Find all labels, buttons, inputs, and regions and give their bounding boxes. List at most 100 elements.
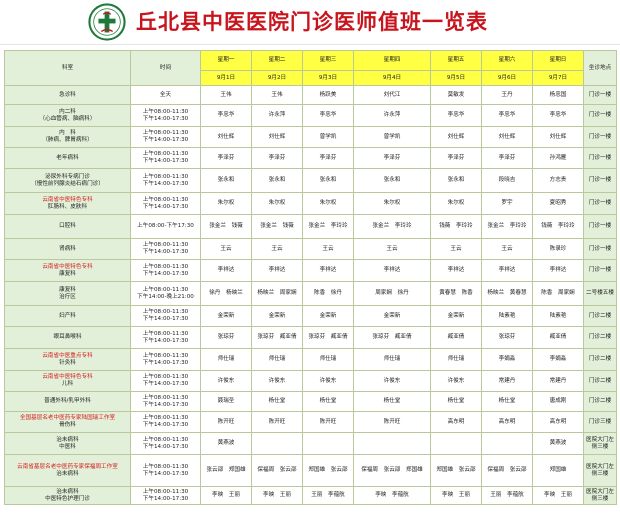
doctor-cell: 李祥达 (353, 259, 431, 282)
time-range: 上午08:00-11:30 (142, 108, 189, 115)
duty-schedule-table: 科室 时间 星期一 星期二 星期三 星期四 星期五 星期六 星期日 坐诊地点 9… (4, 50, 617, 505)
doctor-cell: 陆素艳 (532, 305, 584, 327)
doctor-cell: 周家娴 徐丹 (353, 281, 431, 306)
doctor-cell: 罗宇 (481, 192, 533, 215)
header-date: 9月1日 (200, 70, 252, 86)
doctor-cell: 刘仕辉 (532, 126, 584, 148)
doctor-cell: 李忠华 (430, 104, 482, 127)
department-name: 儿科 (61, 381, 74, 387)
doctor-cell: 郑国雄 张云邵 (302, 454, 354, 487)
doctor-cell: 许永萍 (353, 104, 431, 127)
doctor-cell: 朱尔权 (430, 192, 482, 215)
doctor-cell: 张金兰 钱薇 (200, 214, 252, 239)
doctor-cell: 金荣新 (353, 305, 431, 327)
department-name: 妇产科 (59, 312, 76, 319)
doctor-cell: 陈香 周家娴 (532, 281, 584, 306)
doctor-cell: 高东明 (532, 411, 584, 433)
department-cell: 口腔科 (4, 214, 131, 239)
doctor-cell: 郑国雄 (532, 454, 584, 487)
department-cell: 云南省基层名老中医药专家保福周工作室 治未病科 (4, 454, 131, 487)
doctor-cell: 黄燕波 (200, 432, 252, 455)
time-cell: 上午08:00-11:30 下午14:00-17:30 (130, 370, 201, 392)
time-cell: 上午08:00-11:30 下午14:00-17:30 (130, 305, 201, 327)
department-name: （肺病、脾胃病科） (42, 137, 93, 143)
doctor-cell: 张金兰 李玲玲 (302, 214, 354, 239)
doctor-cell (430, 432, 482, 455)
header-time: 时间 (130, 50, 201, 86)
time-range: 上午08:00-下午17:30 (137, 223, 194, 229)
doctor-cell: 杨跃美 (302, 85, 354, 105)
doctor-cell: 陈开旺 (302, 411, 354, 433)
department-name: 康复科 (59, 270, 76, 277)
doctor-cell: 张永和 (200, 168, 252, 193)
doctor-cell: 师仕瑞 (430, 348, 482, 371)
doctor-cell: 郑国雄 张云邵 (430, 454, 482, 487)
department-cell: 康复科 治疗区 (4, 281, 131, 306)
department-name: 云南省中医特色专科 (42, 196, 93, 203)
header-date: 9月7日 (532, 70, 584, 86)
doctor-cell: 许俊东 (353, 370, 431, 392)
header-dept: 科室 (4, 50, 131, 86)
department-name: 急诊科 (59, 91, 76, 98)
doctor-cell: 李映 王丽 (251, 486, 303, 505)
doctor-cell: 方志贵 (532, 168, 584, 193)
time-cell: 上午08:00-11:30 下午14:00-17:30 (130, 486, 201, 505)
doctor-cell: 朱尔权 (302, 192, 354, 215)
time-range: 上午08:00-11:30 (142, 286, 189, 293)
doctor-cell: 杨映兰 黄春慧 (481, 281, 533, 306)
location-cell: 门诊一楼 (583, 104, 617, 127)
schedule-row: 老年病科 上午08:00-11:30 下午14:00-17:30 李泽芬 李泽芬 李泽芬李… (4, 147, 617, 169)
time-cell: 上午08:00-11:30 下午14:00-17:30 (130, 104, 201, 127)
header-row-weekdays: 科室 时间 星期一 星期二 星期三 星期四 星期五 星期六 星期日 坐诊地点 (4, 50, 617, 86)
schedule-row: 全国基层名老中医药专家陆国瑞工作室 骨伤科 上午08:00-11:30 下午14:00… (4, 411, 617, 433)
doctor-cell: 陈开旺 (200, 411, 252, 433)
department-name: （心血管病、脑病科） (39, 115, 96, 122)
doctor-cell: 朱尔权 (251, 192, 303, 215)
doctor-cell: 高东明 (430, 411, 482, 433)
department-name: 云南省中医重点专科 (42, 352, 93, 359)
doctor-cell: 王云 (481, 238, 533, 260)
doctor-cell: 张琼芬 (481, 326, 533, 349)
doctor-cell: 杨仕堂 (430, 391, 482, 412)
location-cell: 医院大门左侧三楼 (583, 432, 617, 455)
doctor-cell: 王伟 (200, 85, 252, 105)
department-name: 普通外科/乳甲外科 (44, 398, 91, 404)
doctor-cell: 徐丹 杨映兰 (200, 281, 252, 306)
doctor-cell: 李娟淼 (532, 348, 584, 371)
doctor-cell: 黄春慧 陈香 (430, 281, 482, 306)
doctor-cell: 段晓吉 (481, 168, 533, 193)
doctor-cell: 许俊东 (430, 370, 482, 392)
department-name: 老年病科 (56, 154, 79, 161)
time-range: 上午08:00-11:30 (142, 394, 189, 401)
location-cell: 门诊一楼 (583, 238, 617, 260)
doctor-cell: 保福周 张云邵 (251, 454, 303, 487)
doctor-cell: 杨忠国 (532, 85, 584, 105)
doctor-cell: 钱薇 李玲玲 (532, 214, 584, 239)
doctor-cell (353, 432, 431, 455)
time-range: 下午14:00-17:30 (142, 381, 189, 387)
doctor-cell: 师仕瑞 (251, 348, 303, 371)
location-cell: 门诊一楼 (583, 168, 617, 193)
header-date: 9月4日 (353, 70, 431, 86)
doctor-cell: 师仕瑞 (200, 348, 252, 371)
header-date: 9月2日 (251, 70, 303, 86)
schedule-row: 急诊科 全天 王伟 王伟 杨跃美 刘代江 莫敏发 王丹 杨忠国 门诊一楼 (4, 85, 617, 105)
department-name: 针灸科 (59, 359, 76, 366)
header-weekday: 星期日 (532, 50, 584, 71)
doctor-cell: 师仕瑞 (353, 348, 431, 371)
location-cell: 门诊一楼 (583, 214, 617, 239)
department-name: 治疗区 (59, 293, 76, 300)
doctor-cell: 李泽芬 (481, 147, 533, 169)
time-range: 上午08:00-11:30 (142, 151, 189, 157)
header-weekday: 星期一 (200, 50, 252, 71)
time-range: 下午14:00-17:30 (142, 115, 189, 122)
time-range: 上午08:00-11:30 (142, 436, 189, 443)
department-name: 内 科 (59, 130, 76, 136)
doctor-cell: 王云 (430, 238, 482, 260)
doctor-cell: 张琼芬 臧亚倩 (302, 326, 354, 349)
doctor-cell: 师仕瑞 (302, 348, 354, 371)
time-range: 下午14:00-17:30 (142, 137, 189, 143)
time-range: 下午14:00-17:30 (142, 270, 189, 277)
schedule-row: 泌尿外科专病门诊 （慢性前列腺炎结石病门诊） 上午08:00-11:30 下午14:0… (4, 168, 617, 193)
doctor-cell: 李泽芬 (353, 147, 431, 169)
